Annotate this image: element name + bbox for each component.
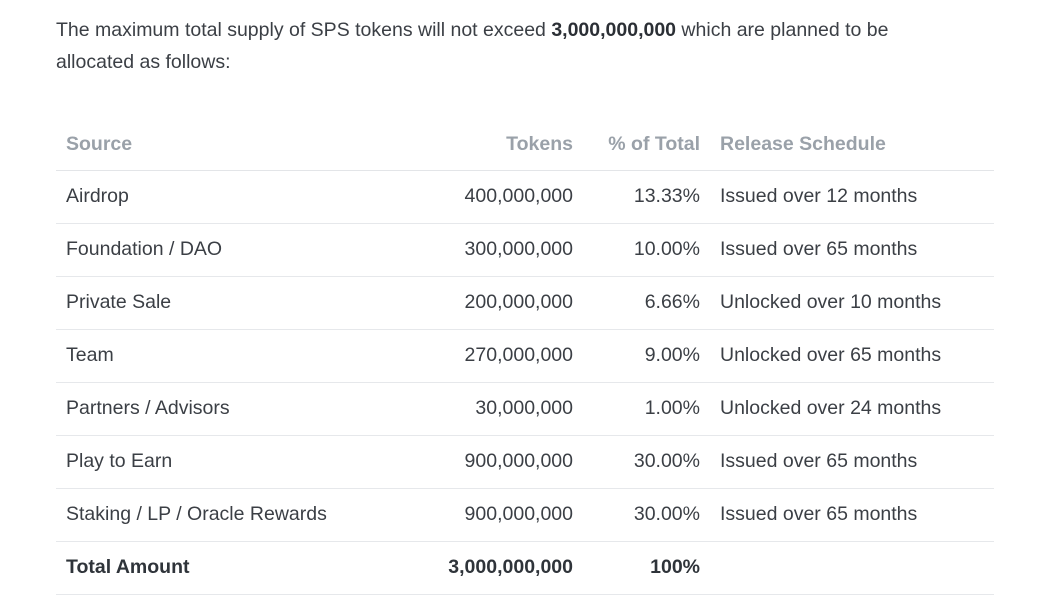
cell-release-schedule: Issued over 65 months	[710, 488, 994, 542]
cell-release-schedule: Issued over 12 months	[710, 170, 994, 224]
cell-percent: 30.00%	[583, 435, 710, 489]
total-release-schedule	[710, 541, 994, 595]
header-release-schedule: Release Schedule	[710, 120, 994, 171]
header-source: Source	[56, 120, 419, 171]
table-row: Private Sale 200,000,000 6.66% Unlocked …	[56, 276, 994, 330]
intro-total-supply: 3,000,000,000	[551, 19, 677, 41]
total-label: Total Amount	[56, 541, 419, 595]
table-total-row: Total Amount 3,000,000,000 100%	[56, 541, 994, 595]
cell-release-schedule: Unlocked over 10 months	[710, 276, 994, 330]
cell-release-schedule: Issued over 65 months	[710, 223, 994, 277]
article-content: The maximum total supply of SPS tokens w…	[56, 14, 994, 595]
cell-tokens: 400,000,000	[419, 170, 583, 224]
cell-tokens: 30,000,000	[419, 382, 583, 436]
cell-source: Staking / LP / Oracle Rewards	[56, 488, 419, 542]
cell-source: Foundation / DAO	[56, 223, 419, 277]
cell-tokens: 200,000,000	[419, 276, 583, 330]
cell-source: Private Sale	[56, 276, 419, 330]
token-allocation-table: Source Tokens % of Total Release Schedul…	[56, 120, 994, 595]
cell-release-schedule: Unlocked over 24 months	[710, 382, 994, 436]
cell-tokens: 900,000,000	[419, 435, 583, 489]
cell-percent: 9.00%	[583, 329, 710, 383]
intro-text-before: The maximum total supply of SPS tokens w…	[56, 19, 552, 41]
total-percent: 100%	[583, 541, 710, 595]
cell-source: Partners / Advisors	[56, 382, 419, 436]
table-row: Staking / LP / Oracle Rewards 900,000,00…	[56, 488, 994, 542]
cell-percent: 13.33%	[583, 170, 710, 224]
table-header-row: Source Tokens % of Total Release Schedul…	[56, 120, 994, 171]
cell-percent: 10.00%	[583, 223, 710, 277]
cell-source: Airdrop	[56, 170, 419, 224]
cell-tokens: 900,000,000	[419, 488, 583, 542]
cell-tokens: 270,000,000	[419, 329, 583, 383]
cell-percent: 1.00%	[583, 382, 710, 436]
cell-release-schedule: Issued over 65 months	[710, 435, 994, 489]
total-tokens: 3,000,000,000	[419, 541, 583, 595]
table-row: Play to Earn 900,000,000 30.00% Issued o…	[56, 435, 994, 489]
table-row: Foundation / DAO 300,000,000 10.00% Issu…	[56, 223, 994, 277]
cell-release-schedule: Unlocked over 65 months	[710, 329, 994, 383]
table-row: Partners / Advisors 30,000,000 1.00% Unl…	[56, 382, 994, 436]
cell-percent: 6.66%	[583, 276, 710, 330]
cell-source: Play to Earn	[56, 435, 419, 489]
header-tokens: Tokens	[419, 120, 583, 171]
cell-tokens: 300,000,000	[419, 223, 583, 277]
table-row: Team 270,000,000 9.00% Unlocked over 65 …	[56, 329, 994, 383]
intro-paragraph: The maximum total supply of SPS tokens w…	[56, 14, 956, 78]
cell-source: Team	[56, 329, 419, 383]
header-percent: % of Total	[583, 120, 710, 171]
table-row: Airdrop 400,000,000 13.33% Issued over 1…	[56, 170, 994, 224]
cell-percent: 30.00%	[583, 488, 710, 542]
